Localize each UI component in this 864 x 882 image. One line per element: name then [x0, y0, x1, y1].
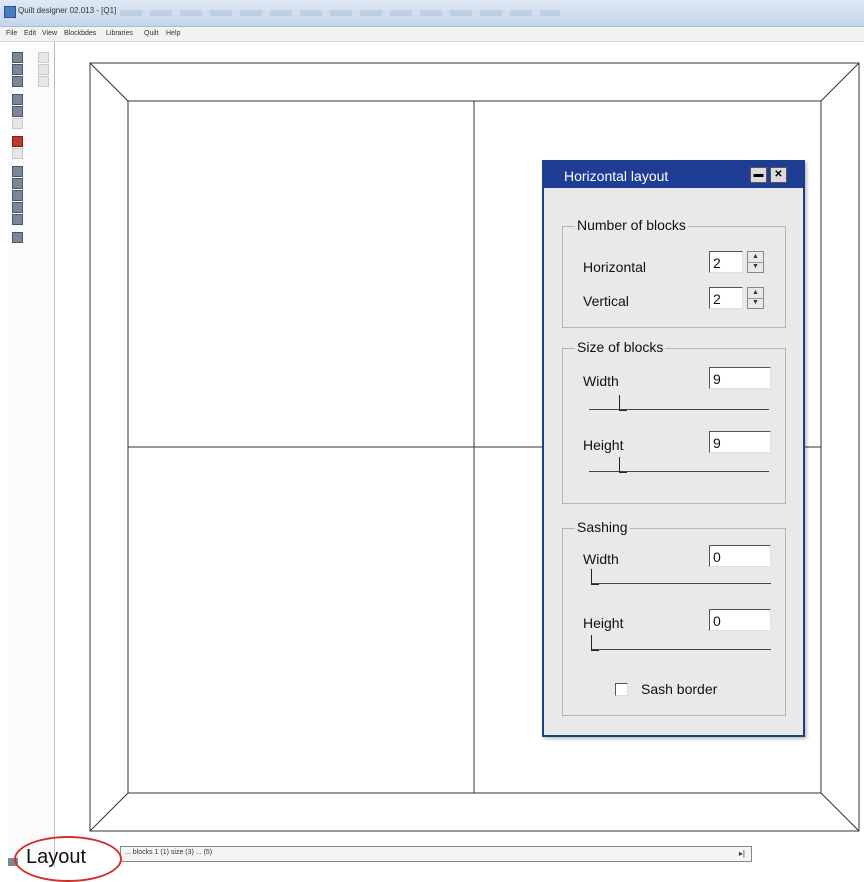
number-of-blocks-title: Number of blocks: [575, 217, 688, 233]
sashing-height-slider-thumb[interactable]: [591, 635, 599, 651]
status-text: ... blocks 1 (1) size (3) ... (5): [125, 849, 213, 856]
size-of-blocks-title: Size of blocks: [575, 339, 666, 355]
sash-border-label[interactable]: Sash border: [641, 681, 717, 697]
block-width-slider-thumb[interactable]: [619, 395, 627, 411]
sashing-group: Sashing Width 0 Height 0 Sash border: [562, 519, 786, 716]
horizontal-blocks-stepper[interactable]: ▲ ▼: [747, 251, 764, 273]
vertical-label: Vertical: [583, 293, 629, 309]
size-of-blocks-group: Size of blocks Width 9 Height 9: [562, 339, 786, 504]
stepper-down-icon[interactable]: ▼: [748, 262, 763, 272]
block-height-input[interactable]: 9: [709, 431, 771, 453]
canvas-corner-tl: [89, 62, 129, 102]
sashing-width-input[interactable]: 0: [709, 545, 771, 567]
sashing-height-label: Height: [583, 615, 624, 631]
sashing-width-slider-thumb[interactable]: [591, 569, 599, 585]
dialog-title: Horizontal layout: [564, 168, 669, 184]
block-width-label: Width: [583, 373, 619, 389]
block-width-input[interactable]: 9: [709, 367, 771, 389]
vertical-blocks-stepper[interactable]: ▲ ▼: [747, 287, 764, 309]
horizontal-label: Horizontal: [583, 259, 647, 275]
block-height-slider-track[interactable]: [589, 471, 769, 472]
sashing-height-input[interactable]: 0: [709, 609, 771, 631]
status-arrow-icon[interactable]: ▸|: [739, 849, 745, 858]
sashing-height-slider-track[interactable]: [591, 649, 771, 650]
horizontal-layout-dialog: Horizontal layout ▬ ✕ Number of blocks H…: [542, 160, 805, 737]
close-icon[interactable]: ✕: [770, 167, 787, 183]
block-width-slider-track[interactable]: [589, 409, 769, 410]
layout-annotation-circle: [14, 836, 122, 882]
block-height-slider-thumb[interactable]: [619, 457, 627, 473]
number-of-blocks-group: Number of blocks Horizontal 2 ▲ ▼ Vertic…: [562, 217, 786, 328]
sashing-width-label: Width: [583, 551, 619, 567]
canvas-corner-bl: [89, 792, 129, 832]
canvas-corner-br: [820, 792, 860, 832]
sashing-width-slider-track[interactable]: [591, 583, 771, 584]
canvas-corner-tr: [820, 62, 860, 102]
minimize-icon[interactable]: ▬: [750, 167, 767, 183]
sashing-title: Sashing: [575, 519, 630, 535]
vertical-blocks-input[interactable]: 2: [709, 287, 743, 309]
dialog-titlebar[interactable]: Horizontal layout ▬ ✕: [544, 162, 803, 188]
stepper-down-icon[interactable]: ▼: [748, 298, 763, 308]
horizontal-blocks-input[interactable]: 2: [709, 251, 743, 273]
sash-border-checkbox[interactable]: [615, 683, 628, 696]
block-height-label: Height: [583, 437, 624, 453]
status-bar: ... blocks 1 (1) size (3) ... (5) ▸|: [120, 846, 752, 862]
